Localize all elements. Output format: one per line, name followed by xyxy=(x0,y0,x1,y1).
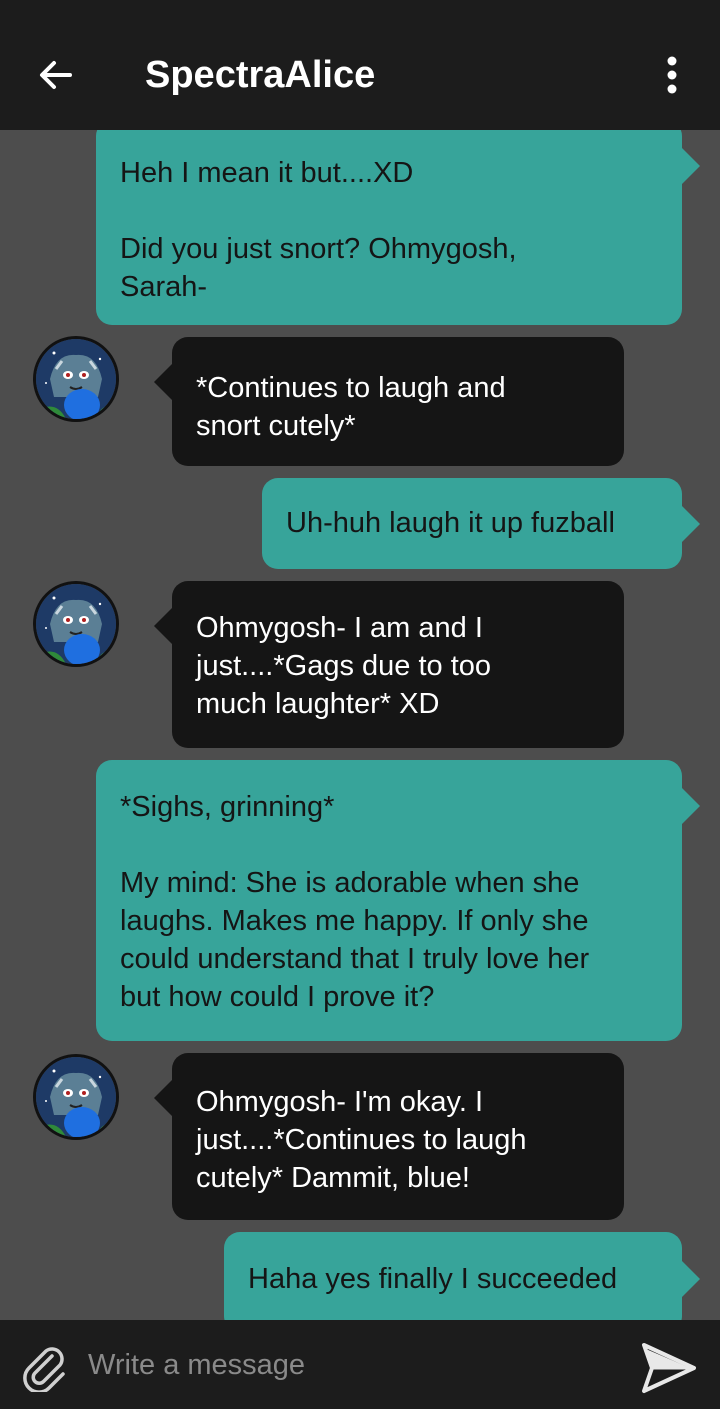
sent-bubble-tail xyxy=(682,1261,700,1297)
message-composer xyxy=(0,1320,720,1409)
received-bubble-tail xyxy=(154,608,172,644)
sent-message[interactable]: *Sighs, grinning* My mind: She is adorab… xyxy=(96,760,682,1041)
avatar-image xyxy=(36,339,116,419)
attach-button[interactable] xyxy=(16,1338,72,1394)
avatar-image xyxy=(36,584,116,664)
paperclip-icon xyxy=(23,1347,65,1392)
message-list[interactable]: Heh I mean it but....XD Did you just sno… xyxy=(0,130,720,1320)
received-bubble-tail xyxy=(154,1080,172,1116)
chat-header: SpectraAlice xyxy=(0,0,720,130)
more-vertical-icon xyxy=(667,56,677,94)
message-input[interactable] xyxy=(88,1340,618,1390)
received-message[interactable]: Ohmygosh- I am and I just....*Gags due t… xyxy=(172,581,624,748)
more-options-button[interactable] xyxy=(646,52,698,98)
contact-name: SpectraAlice xyxy=(145,54,376,96)
contact-avatar[interactable] xyxy=(33,336,119,422)
sent-bubble-tail xyxy=(682,788,700,824)
back-button[interactable] xyxy=(30,50,82,100)
received-message[interactable]: Ohmygosh- I'm okay. I just....*Continues… xyxy=(172,1053,624,1220)
sent-message[interactable]: Uh-huh laugh it up fuzball xyxy=(262,478,682,569)
received-bubble-tail xyxy=(154,364,172,400)
sent-bubble-tail xyxy=(682,506,700,542)
received-message[interactable]: *Continues to laugh and snort cutely* xyxy=(172,337,624,466)
sent-message[interactable]: Haha yes finally I succeeded xyxy=(224,1232,682,1320)
contact-avatar[interactable] xyxy=(33,1054,119,1140)
send-button[interactable] xyxy=(638,1340,700,1396)
contact-avatar[interactable] xyxy=(33,581,119,667)
arrow-left-icon xyxy=(40,61,72,89)
send-icon xyxy=(642,1343,696,1393)
avatar-image xyxy=(36,1057,116,1137)
sent-message[interactable]: Heh I mean it but....XD Did you just sno… xyxy=(96,130,682,325)
sent-bubble-tail xyxy=(682,148,700,184)
